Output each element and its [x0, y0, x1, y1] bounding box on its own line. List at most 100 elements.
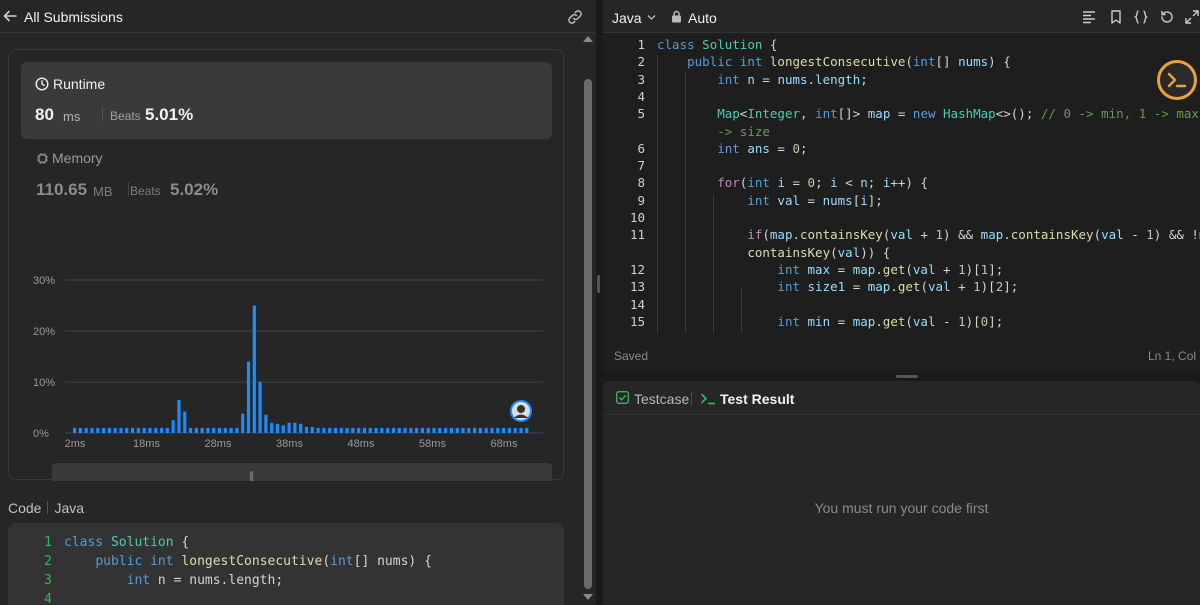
distribution-bar[interactable] — [84, 427, 88, 433]
distribution-bar[interactable] — [171, 420, 175, 433]
distribution-bar[interactable] — [148, 427, 152, 433]
distribution-bar[interactable] — [252, 305, 256, 434]
distribution-bar[interactable] — [101, 427, 106, 433]
distribution-bar[interactable] — [339, 427, 343, 433]
your-submission-avatar[interactable] — [509, 400, 532, 422]
distribution-bar[interactable] — [490, 427, 494, 433]
distribution-bar[interactable] — [304, 426, 309, 433]
distribution-bar[interactable] — [328, 427, 332, 433]
editor-code-line[interactable]: int val = nums[i]; — [657, 193, 883, 208]
distribution-bar[interactable] — [391, 427, 396, 433]
format-lines-icon[interactable] — [1081, 9, 1097, 25]
distribution-bar[interactable] — [409, 427, 413, 433]
distribution-bar[interactable] — [281, 425, 285, 433]
bookmark-icon[interactable] — [1108, 9, 1124, 25]
distribution-bar[interactable] — [90, 427, 94, 433]
distribution-bar[interactable] — [183, 411, 187, 433]
distribution-bar[interactable] — [287, 422, 291, 433]
distribution-bar[interactable] — [206, 427, 210, 433]
distribution-bar[interactable] — [473, 427, 477, 433]
distribution-bar[interactable] — [432, 427, 436, 433]
editor-code-line[interactable]: int n = nums.length; — [657, 72, 868, 87]
distribution-bar[interactable] — [368, 427, 372, 433]
distribution-bar[interactable] — [217, 427, 222, 433]
distribution-bar[interactable] — [478, 427, 483, 433]
distribution-bar[interactable] — [316, 427, 320, 433]
distribution-bar[interactable] — [299, 423, 303, 433]
distribution-bar[interactable] — [246, 361, 251, 433]
distribution-bar[interactable] — [113, 427, 117, 433]
distribution-bar[interactable] — [165, 427, 169, 433]
distribution-bar[interactable] — [96, 427, 100, 433]
submission-scroll-area[interactable]: Runtime 80 ms Beats 5.01% Memory 110.65 … — [0, 33, 580, 605]
distribution-bar[interactable] — [212, 427, 216, 433]
editor-code-line[interactable]: int min = map.get(val - 1)[0]; — [657, 314, 1003, 329]
distribution-bar[interactable] — [525, 427, 529, 433]
distribution-bar[interactable] — [125, 427, 129, 433]
distribution-bar[interactable] — [362, 427, 367, 433]
distribution-bar[interactable] — [426, 427, 430, 433]
distribution-bar[interactable] — [484, 427, 488, 433]
distribution-bar[interactable] — [159, 427, 164, 433]
distribution-bar[interactable] — [502, 427, 506, 433]
editor-code-line[interactable]: public int longestConsecutive(int[] nums… — [657, 54, 1011, 69]
scroll-up-arrow-icon[interactable] — [583, 36, 593, 42]
distribution-bar[interactable] — [333, 427, 338, 433]
distribution-bar[interactable] — [310, 426, 314, 433]
distribution-bar[interactable] — [496, 427, 500, 433]
distribution-bar[interactable] — [397, 427, 401, 433]
expand-icon[interactable] — [1184, 9, 1200, 25]
editor-code-line[interactable]: int size1 = map.get(val + 1)[2]; — [657, 279, 1018, 294]
panel-resize-handle[interactable] — [597, 275, 600, 293]
distribution-bar[interactable] — [386, 427, 390, 433]
tab-testcase[interactable]: Testcase — [634, 391, 689, 407]
editor-code-line[interactable]: Map<Integer, int[]> map = new HashMap<>(… — [657, 106, 1200, 121]
distribution-bar[interactable] — [415, 427, 419, 433]
braces-icon[interactable] — [1133, 9, 1149, 25]
distribution-bar[interactable] — [194, 427, 198, 433]
distribution-bar[interactable] — [188, 427, 193, 433]
distribution-bar[interactable] — [380, 427, 384, 433]
distribution-bar[interactable] — [200, 427, 204, 433]
left-scrollbar[interactable] — [582, 33, 594, 605]
distribution-bar[interactable] — [223, 427, 227, 433]
distribution-bar[interactable] — [264, 414, 268, 433]
distribution-bar[interactable] — [403, 427, 407, 433]
distribution-bar[interactable] — [513, 427, 517, 433]
editor-code-line[interactable]: containsKey(val)) { — [657, 245, 890, 260]
distribution-bar[interactable] — [438, 427, 442, 433]
editor-code-line[interactable]: if(map.containsKey(val + 1) && map.conta… — [657, 227, 1200, 242]
distribution-bar[interactable] — [345, 427, 349, 433]
distribution-bar[interactable] — [142, 427, 146, 433]
scrollbar-thumb[interactable] — [584, 79, 592, 589]
code-editor[interactable]: 1 class Solution {2 public int longestCon… — [603, 33, 1200, 333]
reset-icon[interactable] — [1159, 9, 1175, 25]
distribution-bar[interactable] — [229, 427, 233, 433]
distribution-bar[interactable] — [467, 427, 471, 433]
distribution-bar[interactable] — [449, 427, 454, 433]
distribution-bar[interactable] — [130, 427, 135, 433]
distribution-bar[interactable] — [270, 422, 274, 433]
chart-range-slider[interactable] — [52, 463, 552, 481]
share-link-icon[interactable] — [566, 9, 584, 25]
chevron-down-icon[interactable] — [647, 13, 656, 22]
submitted-code-block[interactable]: 1 class Solution {2 public int longestCon… — [8, 523, 564, 605]
editor-code-line[interactable]: for(int i = 0; i < n; i++) { — [657, 175, 928, 190]
language-select[interactable]: Java — [612, 10, 642, 26]
distribution-bar[interactable] — [275, 423, 280, 433]
distribution-bar[interactable] — [107, 427, 111, 433]
distribution-bar[interactable] — [455, 427, 459, 433]
distribution-bar[interactable] — [351, 427, 355, 433]
cursor-position[interactable]: Ln 1, Col 1 — [1148, 349, 1200, 363]
distribution-bar[interactable] — [177, 399, 181, 433]
editor-code-line[interactable]: -> size — [657, 124, 770, 139]
distribution-bar[interactable] — [258, 382, 262, 433]
editor-code-line[interactable]: int max = map.get(val + 1)[1]; — [657, 262, 1003, 277]
distribution-bar[interactable] — [154, 427, 158, 433]
distribution-bar[interactable] — [507, 427, 511, 433]
distribution-bar[interactable] — [78, 427, 82, 433]
horizontal-resize-handle[interactable] — [896, 375, 918, 378]
editor-code-line[interactable]: class Solution { — [657, 37, 777, 52]
distribution-bar[interactable] — [374, 427, 378, 433]
distribution-bar[interactable] — [461, 427, 465, 433]
